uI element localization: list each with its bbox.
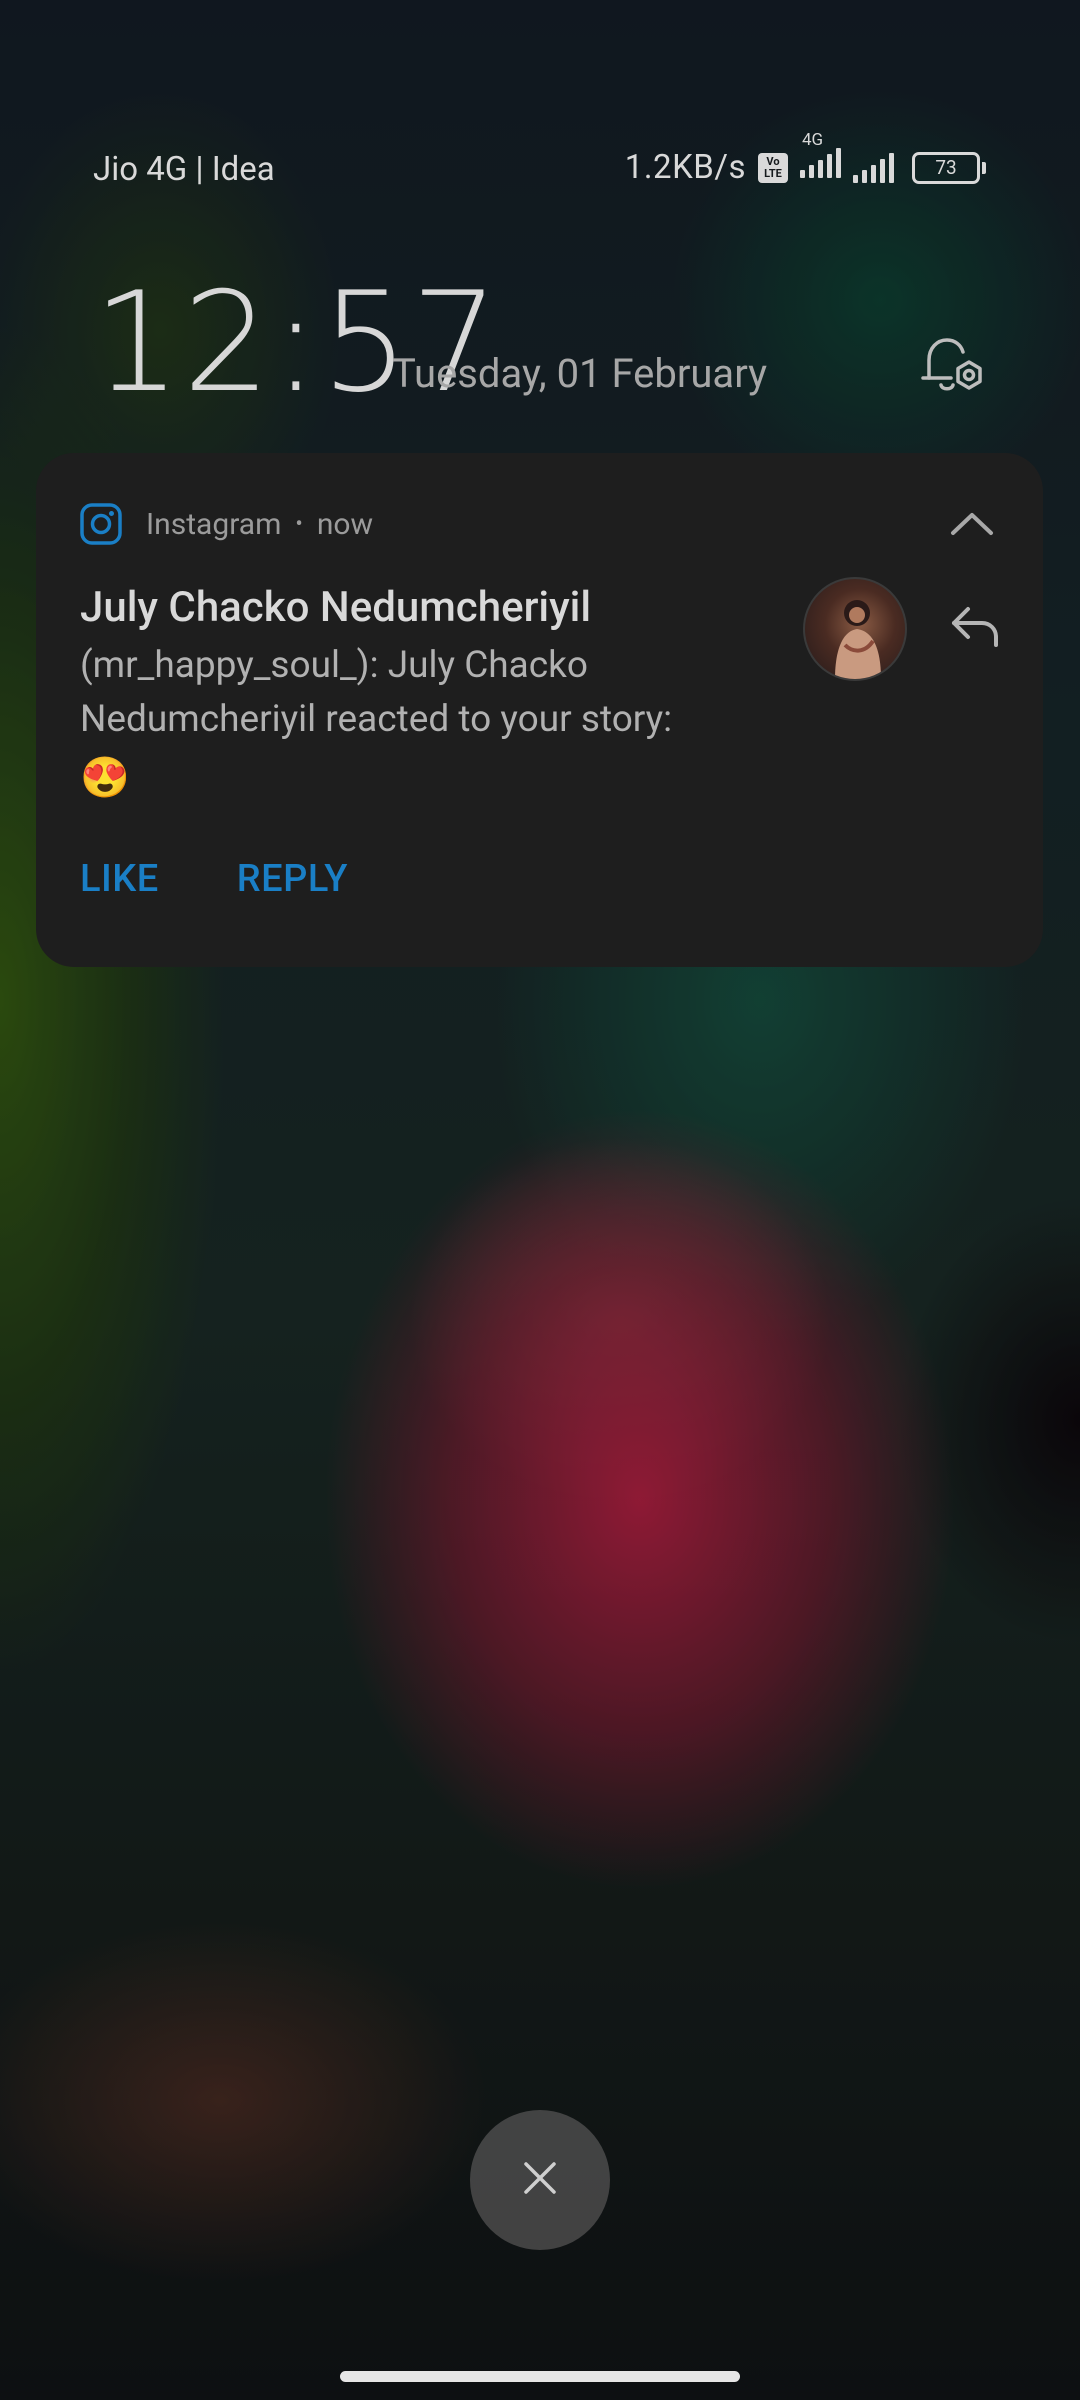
heart-eyes-emoji: 😍	[80, 754, 130, 801]
notification-actions: LIKE REPLY	[80, 857, 348, 901]
bell-settings-icon[interactable]	[915, 330, 987, 402]
volte-bottom-label: LTE	[764, 166, 782, 180]
notification-app-name: Instagram	[146, 506, 282, 542]
signal-sim1-icon: 4G	[800, 130, 841, 187]
volte-icon: Vo LTE	[758, 152, 788, 183]
like-button[interactable]: LIKE	[80, 857, 159, 901]
reply-button[interactable]: REPLY	[237, 857, 348, 901]
lock-date: Tuesday, 01 February	[392, 350, 768, 397]
notification-title: July Chacko Nedumcheriyil	[80, 583, 592, 632]
avatar	[803, 577, 907, 681]
battery-icon: 73	[912, 151, 986, 184]
status-bar: Jio 4G | Idea 1.2KB/s Vo LTE 4G 73	[0, 130, 1080, 200]
close-icon	[520, 2158, 560, 2202]
reply-icon[interactable]	[946, 601, 1002, 651]
notification-header: Instagram • now	[80, 499, 373, 549]
home-indicator[interactable]	[340, 2371, 740, 2382]
clear-all-button[interactable]	[470, 2110, 610, 2250]
status-icons: 1.2KB/s Vo LTE 4G 73	[624, 130, 986, 187]
volte-top-label: Vo	[766, 154, 780, 168]
battery-level: 73	[935, 156, 957, 179]
signal-sim2-icon	[853, 152, 894, 183]
carrier-label: Jio 4G | Idea	[93, 150, 275, 189]
instagram-notification-card[interactable]: Instagram • now July Chacko Nedumcheriyi…	[36, 453, 1043, 967]
chevron-up-icon[interactable]	[947, 503, 997, 543]
notification-time: now	[316, 506, 374, 542]
network-speed: 1.2KB/s	[624, 148, 746, 187]
instagram-icon	[80, 503, 122, 545]
notification-body: (mr_happy_soul_): July Chacko Nedumcheri…	[80, 644, 673, 741]
header-separator: •	[295, 511, 303, 537]
network-type-label: 4G	[802, 130, 824, 150]
